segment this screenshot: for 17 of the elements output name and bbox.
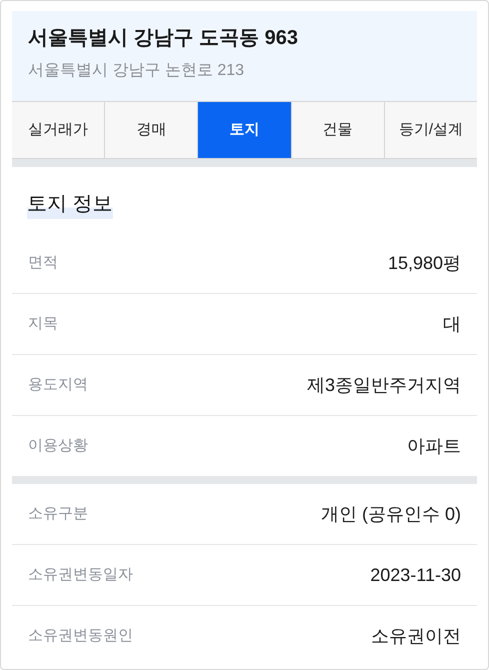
road-address: 서울특별시 강남구 논현로 213 — [28, 61, 246, 81]
tab[interactable]: 토지 — [198, 102, 292, 158]
field-label: 이용상황 — [28, 436, 88, 456]
field-value: 15,980평 — [388, 252, 461, 274]
field-label: 용도지역 — [28, 374, 88, 395]
field-label: 지목 — [28, 314, 58, 334]
field-label: 소유권변동일자 — [28, 564, 133, 585]
field-value: 개인 (공유인수 0) — [320, 502, 461, 526]
field-label: 면적 — [28, 252, 58, 273]
field-value: 제3종일반주거지역 — [306, 374, 461, 396]
field-value: 대 — [443, 312, 461, 336]
field-label: 소유구분 — [28, 504, 88, 524]
address-title: 서울특별시 강남구 도곡동 963 — [28, 26, 300, 51]
field-value: 소유권이전 — [371, 625, 461, 648]
field-label: 소유권변동원인 — [28, 626, 133, 646]
field-value: 2023-11-30 — [370, 564, 461, 586]
field-value: 아파트 — [407, 434, 461, 458]
